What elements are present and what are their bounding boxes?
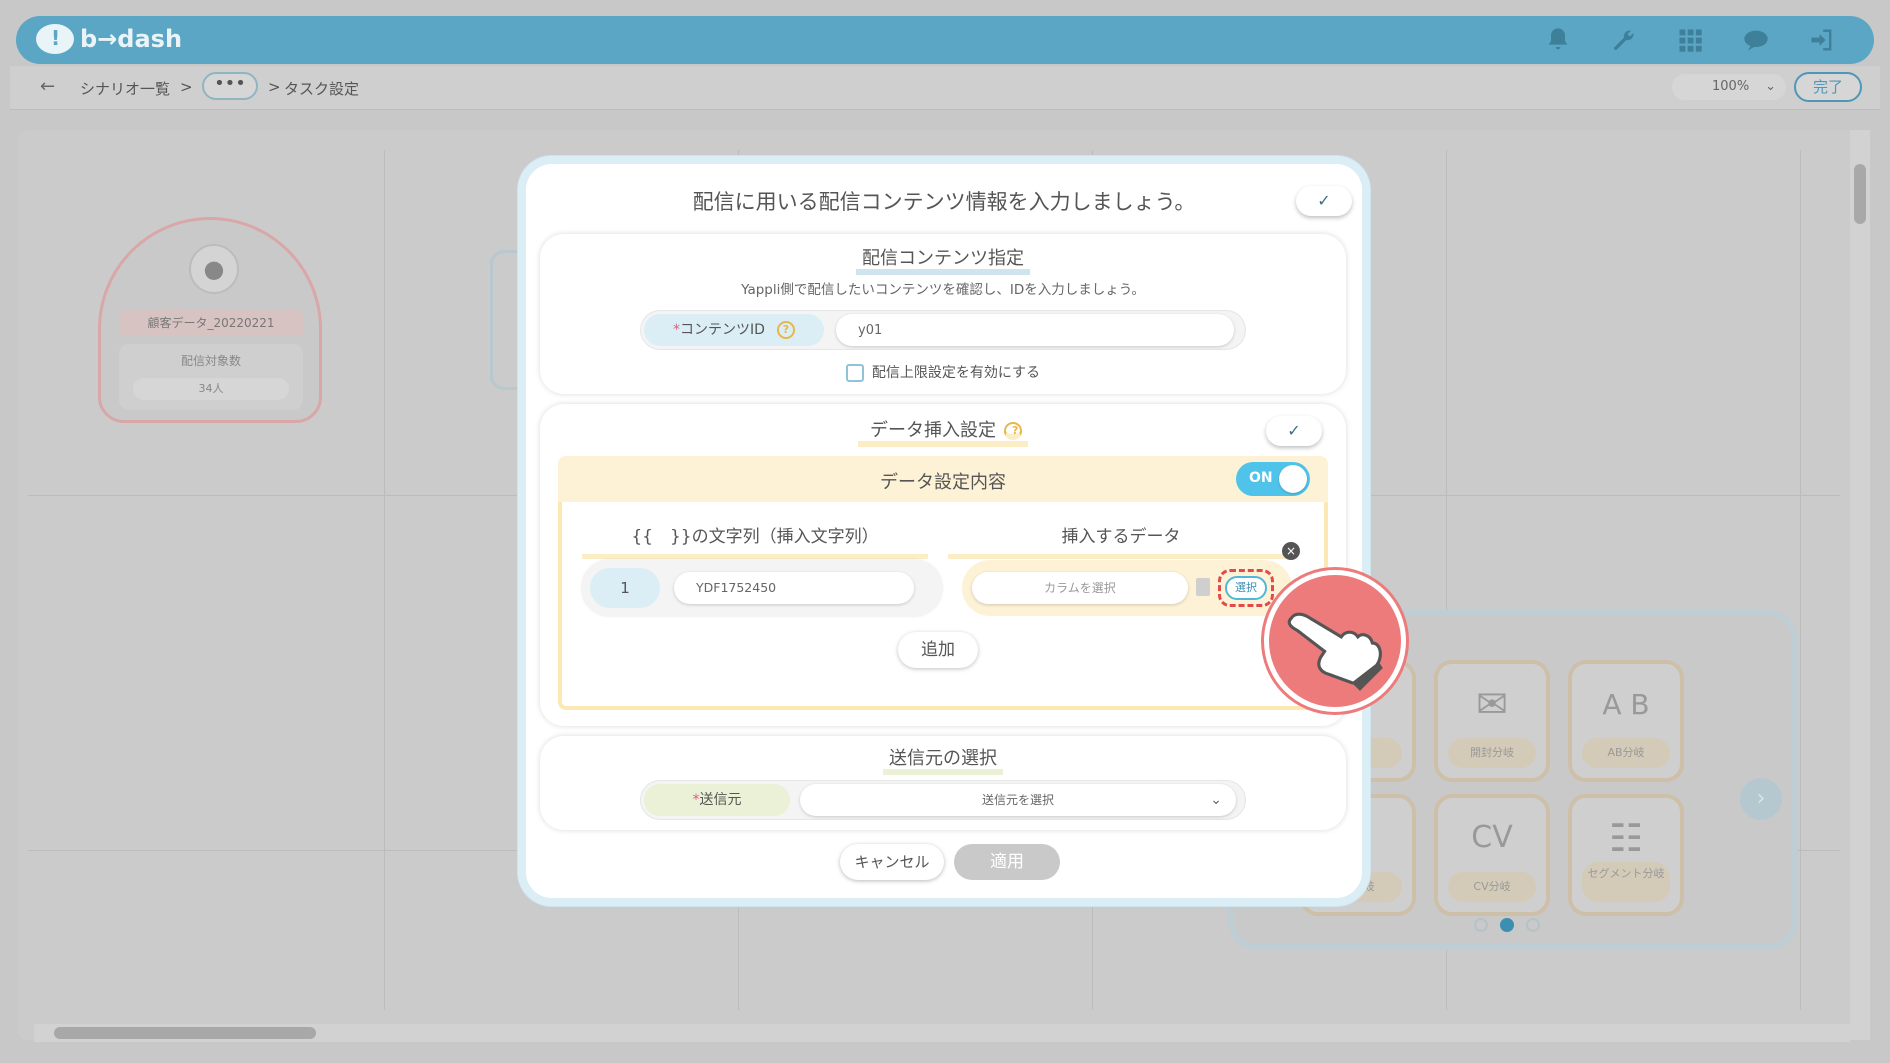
- sender-select[interactable]: 送信元を選択 ⌄: [800, 784, 1236, 816]
- modal-title: 配信に用いる配信コンテンツ情報を入力しましょう。: [692, 190, 1196, 214]
- data-settings-label: データ設定内容: [880, 472, 1006, 493]
- chat-icon[interactable]: [1740, 24, 1772, 56]
- clipboard-user-icon: ☷: [1608, 816, 1644, 860]
- add-row-button[interactable]: 追加: [898, 632, 978, 668]
- wrench-icon[interactable]: [1608, 24, 1640, 56]
- limit-checkbox-row[interactable]: 配信上限設定を有効にする: [540, 362, 1346, 382]
- scroll-thumb[interactable]: [54, 1027, 316, 1039]
- grid-line: [384, 150, 385, 1010]
- palette-tile-ab-branch[interactable]: A B AB分岐: [1568, 660, 1684, 782]
- mapping-row-string: 1 YDF1752450: [582, 560, 942, 616]
- grid-icon[interactable]: [1674, 24, 1706, 56]
- limit-checkbox[interactable]: [845, 364, 864, 382]
- page-dot[interactable]: [1474, 918, 1488, 932]
- section-title: 配信コンテンツ指定: [540, 244, 1346, 275]
- app-header: b→dash: [16, 16, 1874, 64]
- apply-button[interactable]: 適用: [954, 844, 1060, 880]
- breadcrumb-bar: ← シナリオ一覧 > ••• > タスク設定 100% ⌄ 完了: [10, 66, 1880, 110]
- node-count: 34人: [133, 378, 289, 400]
- scroll-thumb[interactable]: [1854, 164, 1866, 224]
- section-hint: Yappli側で配信したいコンテンツを確認し、IDを入力しましょう。: [741, 282, 1145, 298]
- node-stats: 配信対象数 34人: [119, 344, 303, 410]
- tile-label: CV分岐: [1448, 872, 1536, 902]
- beginner-mark-button[interactable]: ✓: [1266, 416, 1322, 446]
- sender-card: 送信元の選択 *送信元 送信元を選択 ⌄: [540, 736, 1346, 830]
- node-sub-label: 配信対象数: [180, 354, 241, 368]
- chevron-down-icon: ⌄: [1210, 792, 1222, 808]
- pointing-hand-icon: [1264, 570, 1406, 712]
- tile-label: セグメント分岐: [1582, 862, 1670, 902]
- data-settings-toggle[interactable]: ON: [1236, 462, 1310, 496]
- remove-row-icon[interactable]: ×: [1282, 542, 1300, 560]
- data-mapping-area: {{ }}の文字列（挿入文字列） 挿入するデータ 1 YDF1752450 カラ…: [558, 502, 1328, 710]
- page-dot-active[interactable]: [1500, 918, 1514, 932]
- palette-next-button[interactable]: ›: [1740, 778, 1782, 820]
- content-id-label: *コンテンツID?: [644, 314, 824, 346]
- breadcrumb-scenario-list[interactable]: シナリオ一覧: [80, 78, 170, 99]
- back-arrow-icon[interactable]: ←: [40, 76, 55, 97]
- breadcrumb-more-button[interactable]: •••: [202, 72, 258, 100]
- palette-tile-cv-branch[interactable]: CV CV分岐: [1434, 794, 1550, 916]
- section-title: 送信元の選択: [540, 744, 1346, 775]
- beginner-mark-button[interactable]: ✓: [1296, 186, 1352, 216]
- cv-search-icon: CV: [1471, 820, 1513, 855]
- data-insert-card: データ挿入設定? ✓ データ設定内容 ON {{ }}の文字列（挿入文字列） 挿…: [540, 404, 1346, 726]
- customer-data-node[interactable]: ● 顧客データ_20220221 配信対象数 34人: [98, 217, 322, 423]
- vertical-scrollbar[interactable]: [1850, 130, 1870, 1040]
- highlight-frame: 選択: [1218, 569, 1274, 607]
- breadcrumb-separator: >: [268, 78, 281, 96]
- ab-icon: A B: [1602, 688, 1650, 721]
- tile-label: 開封分岐: [1448, 738, 1536, 768]
- palette-tile-open-branch[interactable]: ✉ 開封分岐: [1434, 660, 1550, 782]
- content-settings-modal: 配信に用いる配信コンテンツ情報を入力しましょう。 ✓ 配信コンテンツ指定 Yap…: [518, 156, 1370, 906]
- content-id-row: *コンテンツID?: [640, 310, 1246, 350]
- node-title: 顧客データ_20220221: [119, 310, 303, 336]
- row-number: 1: [590, 568, 660, 608]
- limit-checkbox-label: 配信上限設定を有効にする: [871, 365, 1041, 381]
- document-icon: [1196, 578, 1210, 596]
- cancel-button[interactable]: キャンセル: [840, 844, 944, 880]
- logout-icon[interactable]: [1806, 24, 1838, 56]
- header-icons: [1542, 24, 1838, 56]
- palette-tile-segment-branch[interactable]: ☷ セグメント分岐: [1568, 794, 1684, 916]
- toggle-knob: [1279, 465, 1307, 493]
- data-settings-bar: データ設定内容 ON: [558, 456, 1328, 502]
- breadcrumb-task-settings: タスク設定: [284, 80, 360, 98]
- envelope-icon: ✉: [1476, 682, 1508, 726]
- select-column-button[interactable]: 選択: [1225, 576, 1267, 600]
- group-icon: ●: [189, 244, 239, 294]
- zoom-value: 100%: [1712, 79, 1750, 94]
- insert-string-input[interactable]: YDF1752450: [674, 572, 914, 604]
- grid-line: [1800, 150, 1801, 1010]
- content-spec-card: 配信コンテンツ指定 Yappli側で配信したいコンテンツを確認し、IDを入力しま…: [540, 234, 1346, 394]
- sender-row: *送信元 送信元を選択 ⌄: [640, 780, 1246, 820]
- breadcrumb-separator: >: [180, 78, 193, 96]
- section-title: データ挿入設定?: [540, 416, 1346, 447]
- column-header-data: 挿入するデータ: [948, 522, 1294, 559]
- horizontal-scrollbar[interactable]: [34, 1024, 1850, 1042]
- logo-text: b→dash: [80, 25, 183, 53]
- logo-icon: [36, 24, 74, 54]
- tile-label: AB分岐: [1582, 738, 1670, 768]
- done-button[interactable]: 完了: [1794, 72, 1862, 102]
- mapping-row-data: カラムを選択 選択: [962, 560, 1292, 616]
- column-select[interactable]: カラムを選択: [972, 572, 1188, 604]
- column-header-string: {{ }}の文字列（挿入文字列）: [582, 522, 928, 559]
- bell-icon[interactable]: [1542, 24, 1574, 56]
- logo[interactable]: b→dash: [36, 24, 182, 54]
- zoom-select[interactable]: 100% ⌄: [1672, 74, 1786, 100]
- palette-pagination: [1474, 918, 1540, 932]
- sender-label: *送信元: [644, 784, 790, 816]
- help-icon[interactable]: ?: [776, 321, 795, 339]
- chevron-down-icon: ⌄: [1765, 79, 1776, 94]
- page-dot[interactable]: [1526, 918, 1540, 932]
- content-id-input[interactable]: [836, 314, 1234, 346]
- help-icon[interactable]: ?: [1004, 422, 1022, 440]
